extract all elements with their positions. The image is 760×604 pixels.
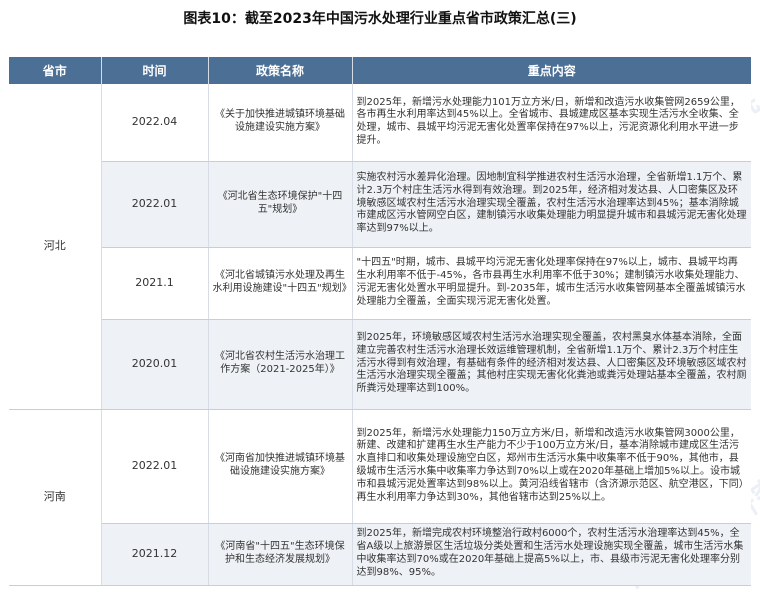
time-cell: 2022.01 <box>101 161 209 248</box>
table-row: 河南 2022.01 《河南省加快推进城镇环境基础设施建设实施方案》 到2025… <box>9 409 751 586</box>
table-row: 河北 2022.04 《关于加快推进城镇环境基础设施建设实施方案》 到2025年… <box>9 84 751 410</box>
time-cell: 2022.04 <box>101 84 209 162</box>
content-cell: 实施农村污水差异化治理。因地制宜科学推进农村生活污水治理，全省新增1.1万个、累… <box>352 161 751 248</box>
time-cell: 2021.1 <box>101 247 209 320</box>
policy-name-cell: 《河北省生态环境保护"十四五"规划》 <box>208 161 353 248</box>
table-row: 2022.01 《河北省生态环境保护"十四五"规划》 实施农村污水差异化治理。因… <box>9 161 751 248</box>
policy-name-cell: 《河北省城镇污水处理及再生水利用设施建设"十四五"规划》 <box>208 247 353 320</box>
province-cell: 河北 <box>9 84 102 410</box>
content-cell: 到2025年，环境敏感区域农村生活污水治理实现全覆盖，农村黑臭水体基本消除，全面… <box>352 319 751 410</box>
figure-title: 图表10：截至2023年中国污水处理行业重点省市政策汇总(三) <box>183 11 577 27</box>
table-row: 2021.1 《河北省城镇污水处理及再生水利用设施建设"十四五"规划》 "十四五… <box>9 247 751 320</box>
table-header-row: 省市 时间 政策名称 重点内容 <box>9 57 751 84</box>
policy-name-cell: 《关于加快推进城镇环境基础设施建设实施方案》 <box>208 84 353 162</box>
time-cell: 2021.12 <box>101 523 209 586</box>
policy-name-cell: 《河南省加快推进城镇环境基础设施建设实施方案》 <box>208 409 353 524</box>
table-row: 2020.01 《河北省农村生活污水治理工作方案（2021-2025年）》 到2… <box>9 319 751 410</box>
table-row: 2021.12 《河南省"十四五"生态环境保护和生态经济发展规划》 到2025年… <box>9 523 751 586</box>
time-cell: 2022.01 <box>101 409 209 524</box>
header-policy-name: 政策名称 <box>208 57 353 84</box>
policy-name-cell: 《河南省"十四五"生态环境保护和生态经济发展规划》 <box>208 523 353 586</box>
content-cell: "十四五"时期，城市、县城平均污泥无害化处理率保持在97%以上，城市、县城平均再… <box>352 247 751 320</box>
content-cell: 到2025年，新增污水处理能力101万立方米/日，新增和改造污水收集管网2659… <box>352 84 751 162</box>
time-cell: 2020.01 <box>101 319 209 410</box>
header-time: 时间 <box>101 57 209 84</box>
province-cell: 河南 <box>9 409 102 586</box>
header-key-content: 重点内容 <box>352 57 751 84</box>
policy-name-cell: 《河北省农村生活污水治理工作方案（2021-2025年）》 <box>208 319 353 410</box>
content-cell: 到2025年，新增完成农村环境整治行政村6000个，农村生活污水治理率达到45%… <box>352 523 751 586</box>
header-province: 省市 <box>9 57 102 84</box>
policy-table: 省市 时间 政策名称 重点内容 河北 2022.04 《关于加快推进城镇环境基础… <box>9 57 751 586</box>
content-cell: 到2025年，新增污水处理能力150万立方米/日，新增和改造污水收集管网3000… <box>352 409 751 524</box>
